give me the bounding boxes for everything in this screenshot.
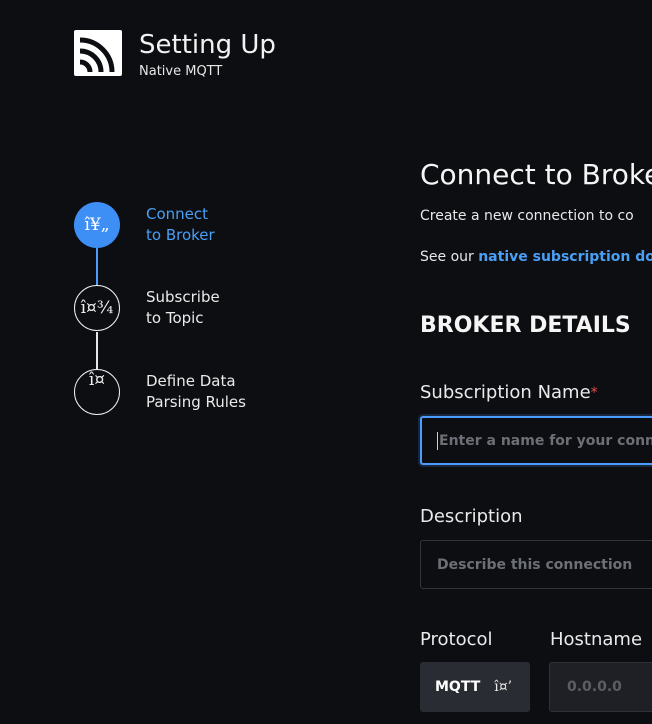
step-2-subscribe-icon[interactable]: î¤¾ bbox=[74, 285, 120, 331]
section-heading: BROKER DETAILS bbox=[420, 313, 631, 338]
hostname-label: Hostname bbox=[550, 629, 643, 650]
text-caret bbox=[437, 431, 438, 450]
step-connector-2 bbox=[96, 332, 98, 370]
protocol-label: Protocol bbox=[420, 629, 493, 650]
step-3-label[interactable]: Define Data Parsing Rules bbox=[146, 371, 246, 413]
hostname-input[interactable]: 0.0.0.0 bbox=[549, 662, 652, 712]
broadcast-signal-logo-icon bbox=[74, 30, 122, 76]
app-title: Setting Up bbox=[139, 30, 276, 60]
docs-prefix: See our bbox=[420, 249, 479, 265]
subscription-name-label: Subscription Name* bbox=[420, 381, 598, 405]
setup-page: Setting Up Native MQTT î¥„ Connect to Br… bbox=[0, 0, 652, 724]
subscription-name-label-text: Subscription Name bbox=[420, 382, 591, 403]
step-1-label[interactable]: Connect to Broker bbox=[146, 204, 215, 246]
description-placeholder: Describe this connection bbox=[437, 556, 633, 573]
app-subtitle: Native MQTT bbox=[139, 64, 223, 79]
protocol-value: MQTT bbox=[435, 679, 481, 695]
step-1-connect-icon[interactable]: î¥„ bbox=[74, 202, 120, 248]
description-input[interactable]: Describe this connection bbox=[420, 540, 652, 589]
description-label: Description bbox=[420, 506, 523, 527]
docs-line: See our native subscription do bbox=[420, 247, 652, 267]
page-description: Create a new connection to co bbox=[420, 208, 634, 224]
hostname-placeholder: 0.0.0.0 bbox=[567, 679, 622, 695]
step-connector-1 bbox=[96, 248, 98, 286]
subscription-name-placeholder: Enter a name for your conne bbox=[439, 432, 652, 449]
step-2-label[interactable]: Subscribe to Topic bbox=[146, 287, 220, 329]
docs-link[interactable]: native subscription do bbox=[478, 249, 652, 265]
required-marker: * bbox=[590, 385, 598, 401]
step-3-parse-icon[interactable]: î¤ bbox=[74, 369, 120, 415]
subscription-name-input[interactable]: Enter a name for your conne bbox=[420, 416, 652, 465]
page-title: Connect to Broke bbox=[420, 158, 652, 191]
protocol-select[interactable]: MQTT î¤’ bbox=[420, 662, 530, 712]
chevron-down-icon: î¤’ bbox=[494, 679, 513, 695]
